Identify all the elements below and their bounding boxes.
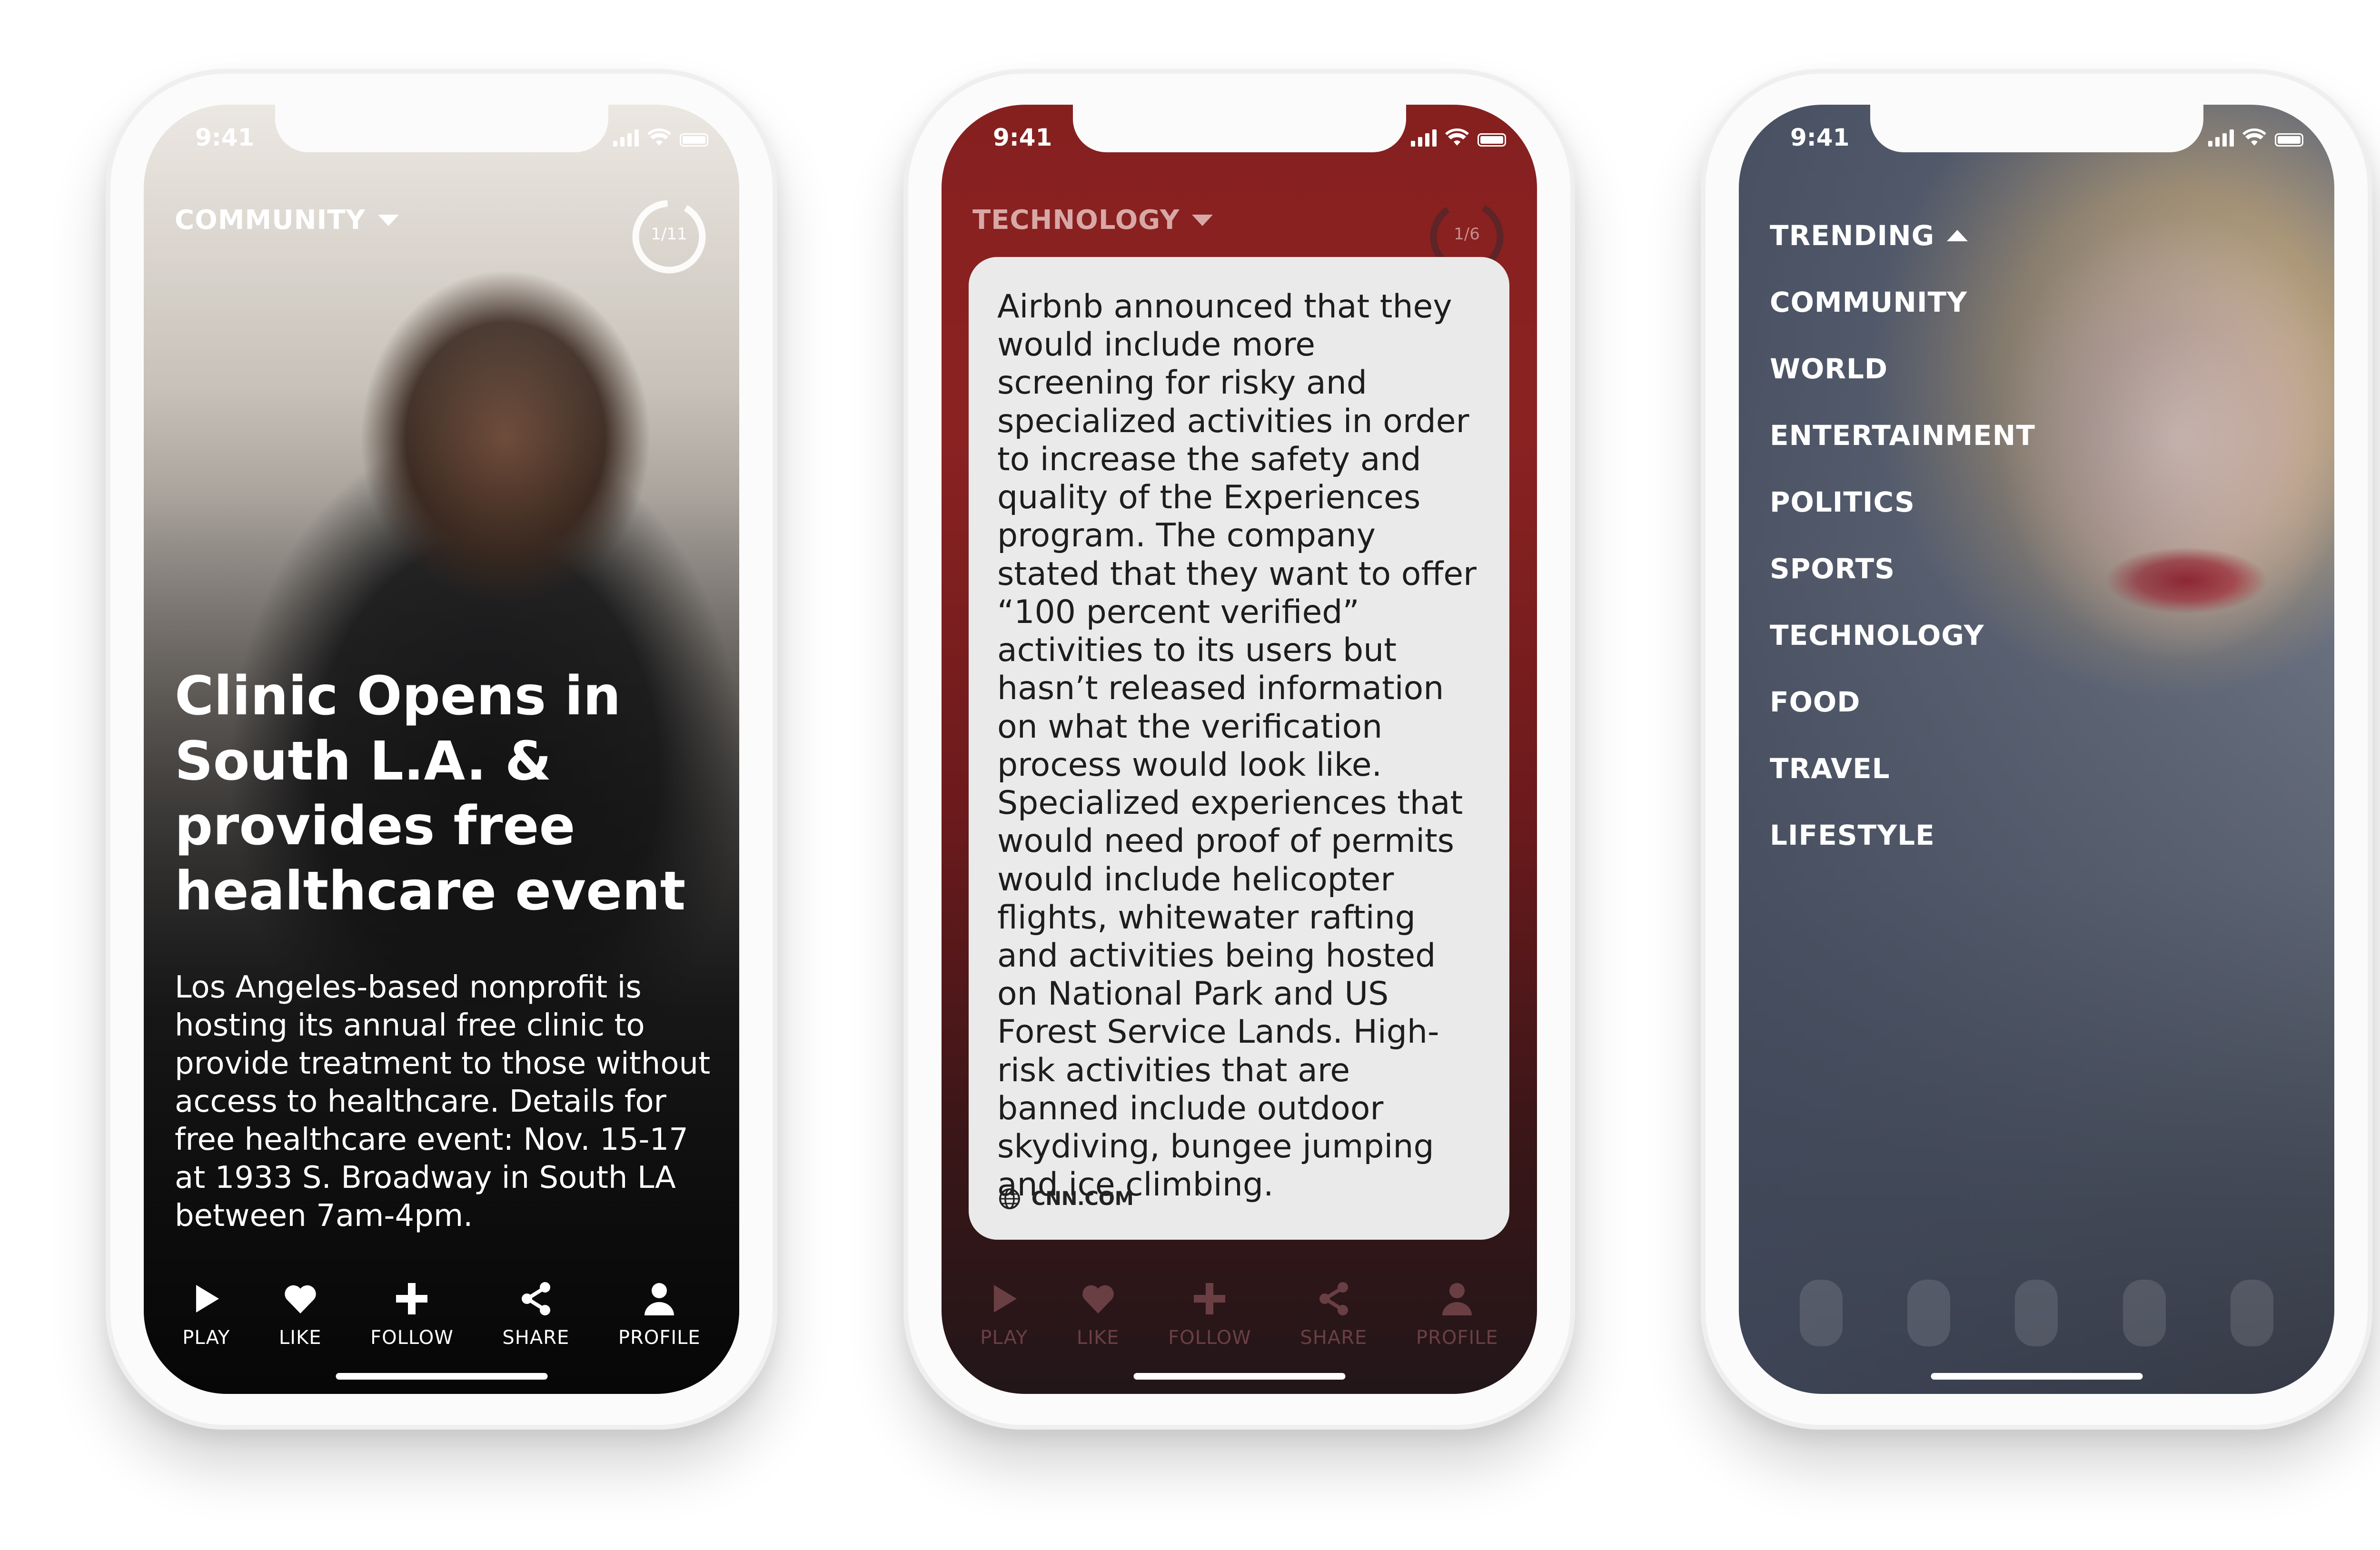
status-time: 9:41	[195, 124, 255, 151]
heart-icon	[285, 1285, 316, 1313]
menu-item-trending[interactable]: TRENDING	[1770, 202, 2035, 269]
menu-item-lifestyle[interactable]: LIFESTYLE	[1770, 802, 2035, 869]
status-bar: 9:41	[942, 105, 1537, 176]
home-indicator[interactable]	[1931, 1373, 2142, 1380]
follow-button[interactable]: FOLLOW	[1168, 1280, 1251, 1349]
home-indicator[interactable]	[1133, 1373, 1345, 1380]
category-dropdown[interactable]: TECHNOLOGY	[972, 205, 1213, 236]
source-link[interactable]: CNN.COM	[998, 1187, 1134, 1210]
status-bar: 9:41	[1739, 105, 2334, 176]
chevron-down-icon	[1192, 214, 1213, 226]
blurred-icon	[2122, 1280, 2166, 1346]
article-card[interactable]: Airbnb announced that they would include…	[969, 257, 1509, 1240]
blurred-icon	[1800, 1280, 1843, 1346]
like-button[interactable]: LIKE	[1077, 1280, 1120, 1349]
counter-text: 1/6	[1454, 225, 1480, 244]
phone-community: 9:41 COMMUNITY 1/11 Clinic Opens in Sout…	[106, 69, 777, 1430]
wifi-icon	[2242, 128, 2266, 146]
menu-item-world[interactable]: WORLD	[1770, 336, 2035, 402]
plus-icon	[396, 1283, 428, 1314]
blurred-icon	[1907, 1280, 1951, 1346]
status-bar: 9:41	[144, 105, 739, 176]
user-icon	[645, 1283, 674, 1315]
phone-category-menu: 9:41 TRENDING COMMUNITY WORLD ENTERTAINM…	[1701, 69, 2372, 1430]
menu-item-food[interactable]: FOOD	[1770, 669, 2035, 735]
screen: 9:41 COMMUNITY 1/11 Clinic Opens in Sout…	[144, 105, 739, 1394]
play-icon	[994, 1285, 1017, 1313]
blurred-icon	[2230, 1280, 2273, 1346]
menu-item-technology[interactable]: TECHNOLOGY	[1770, 602, 2035, 669]
battery-icon	[1478, 133, 1506, 147]
user-icon	[1442, 1283, 1472, 1315]
menu-item-politics[interactable]: POLITICS	[1770, 469, 2035, 535]
screen: 9:41 TECHNOLOGY 1/6 Airbnb announced tha…	[942, 105, 1537, 1394]
status-time: 9:41	[993, 124, 1052, 151]
share-icon	[1319, 1282, 1348, 1315]
play-button[interactable]: PLAY	[182, 1280, 230, 1349]
category-label: COMMUNITY	[175, 205, 366, 236]
article-headline[interactable]: Clinic Opens in South L.A. & provides fr…	[175, 664, 713, 924]
phone-technology: 9:41 TECHNOLOGY 1/6 Airbnb announced tha…	[903, 69, 1575, 1430]
chevron-down-icon	[378, 214, 399, 226]
battery-icon	[680, 133, 708, 147]
play-icon	[196, 1285, 219, 1313]
menu-item-sports[interactable]: SPORTS	[1770, 535, 2035, 602]
globe-icon	[999, 1188, 1020, 1209]
menu-item-travel[interactable]: TRAVEL	[1770, 735, 2035, 802]
profile-button[interactable]: PROFILE	[618, 1280, 701, 1349]
status-time: 9:41	[1790, 124, 1850, 151]
wifi-icon	[1445, 128, 1469, 146]
follow-button[interactable]: FOLLOW	[370, 1280, 454, 1349]
chevron-up-icon	[1947, 230, 1968, 241]
signal-icon	[1411, 128, 1437, 147]
plus-icon	[1194, 1283, 1226, 1314]
play-button[interactable]: PLAY	[980, 1280, 1028, 1349]
signal-icon	[613, 128, 639, 147]
source-label: CNN.COM	[1031, 1188, 1134, 1210]
blurred-icon	[2015, 1280, 2058, 1346]
menu-item-entertainment[interactable]: ENTERTAINMENT	[1770, 402, 2035, 469]
like-button[interactable]: LIKE	[279, 1280, 322, 1349]
menu-item-community[interactable]: COMMUNITY	[1770, 269, 2035, 336]
signal-icon	[2208, 128, 2234, 147]
share-button[interactable]: SHARE	[1300, 1280, 1367, 1349]
wifi-icon	[647, 128, 671, 146]
category-menu: TRENDING COMMUNITY WORLD ENTERTAINMENT P…	[1770, 202, 2035, 869]
article-text: Airbnb announced that they would include…	[997, 288, 1477, 1204]
counter-text: 1/11	[651, 225, 687, 244]
battery-icon	[2275, 133, 2303, 147]
action-bar: PLAY LIKE FOLLOW SHARE PROFILE	[144, 1280, 739, 1349]
heart-icon	[1082, 1285, 1114, 1313]
profile-button[interactable]: PROFILE	[1416, 1280, 1498, 1349]
story-counter: 1/11	[627, 195, 711, 278]
blurred-action-bar	[1739, 1280, 2334, 1346]
article-summary: Los Angeles-based nonprofit is hosting i…	[175, 970, 711, 1234]
share-button[interactable]: SHARE	[502, 1280, 569, 1349]
category-dropdown[interactable]: COMMUNITY	[175, 205, 399, 236]
share-icon	[521, 1282, 550, 1315]
action-bar: PLAY LIKE FOLLOW SHARE PROFILE	[942, 1280, 1537, 1349]
screen: 9:41 TRENDING COMMUNITY WORLD ENTERTAINM…	[1739, 105, 2334, 1394]
home-indicator[interactable]	[336, 1373, 547, 1380]
category-label: TECHNOLOGY	[972, 205, 1180, 236]
